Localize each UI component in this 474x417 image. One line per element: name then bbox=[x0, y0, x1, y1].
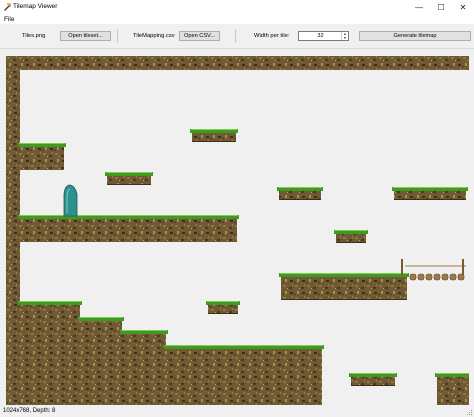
status-bar: 1024x768, Depth: 8 bbox=[0, 405, 474, 417]
platform-shadow bbox=[351, 385, 395, 386]
top-border bbox=[6, 56, 469, 70]
status-text: 1024x768, Depth: 8 bbox=[3, 408, 56, 414]
minimize-icon[interactable]: — bbox=[408, 0, 430, 14]
bridge-plank bbox=[417, 273, 425, 281]
generate-tilemap-button[interactable]: Generate tilemap bbox=[359, 31, 471, 41]
close-icon[interactable]: ✕ bbox=[452, 0, 474, 14]
bridge-plank bbox=[409, 273, 417, 281]
platform-shadow bbox=[192, 141, 236, 142]
platform-shadow bbox=[279, 199, 321, 200]
bridge-post bbox=[462, 259, 464, 275]
platform-shadow bbox=[208, 313, 238, 314]
grass-highlight bbox=[106, 172, 152, 173]
tileset-file-label: Tiles.png bbox=[22, 33, 46, 39]
size-grip-icon[interactable] bbox=[466, 409, 473, 416]
bridge-plank bbox=[441, 273, 449, 281]
grass-highlight bbox=[79, 317, 123, 318]
grass-highlight bbox=[335, 230, 367, 231]
spin-down-icon[interactable]: ▼ bbox=[342, 36, 348, 40]
grass-highlight bbox=[278, 187, 322, 188]
bridge-plank bbox=[449, 273, 457, 281]
platform-shadow bbox=[107, 184, 151, 185]
bridge-post bbox=[401, 259, 403, 275]
maximize-icon[interactable]: ☐ bbox=[430, 0, 452, 14]
left-wall bbox=[6, 56, 20, 405]
bridge-plank bbox=[425, 273, 433, 281]
width-per-tile-spinbox[interactable]: ▲ ▼ bbox=[298, 31, 349, 41]
ground-step bbox=[80, 318, 122, 405]
tilemap-view[interactable] bbox=[6, 56, 469, 405]
grass-highlight bbox=[19, 301, 81, 302]
grass-highlight bbox=[19, 143, 65, 144]
bridge-plank bbox=[457, 273, 465, 281]
window-title: Tilemap Viewer bbox=[13, 3, 58, 10]
grass-highlight bbox=[121, 330, 167, 331]
grass-highlight bbox=[436, 373, 469, 374]
app-icon bbox=[4, 3, 11, 11]
open-tileset-button[interactable]: Open tileset... bbox=[60, 31, 111, 41]
bridge-plank bbox=[433, 273, 441, 281]
tilemap-canvas bbox=[6, 56, 469, 405]
menu-bar: File bbox=[0, 14, 474, 24]
platform-shadow bbox=[394, 199, 466, 200]
width-per-tile-input[interactable] bbox=[299, 32, 342, 40]
toolbar-separator bbox=[117, 29, 118, 43]
ground-ledge bbox=[20, 216, 237, 242]
grass-highlight bbox=[191, 129, 237, 130]
menu-file[interactable]: File bbox=[4, 16, 14, 23]
toolbar: Tiles.png Open tileset... TileMapping.cs… bbox=[0, 24, 474, 49]
ground-step bbox=[122, 331, 166, 405]
platform-shadow bbox=[281, 299, 407, 300]
platform-shadow bbox=[336, 242, 366, 243]
toolbar-separator bbox=[235, 29, 236, 43]
grass-highlight bbox=[165, 345, 323, 346]
title-bar: Tilemap Viewer — ☐ ✕ bbox=[0, 0, 474, 14]
grass-highlight bbox=[393, 187, 467, 188]
grass-highlight bbox=[207, 301, 239, 302]
floating-platform bbox=[281, 274, 407, 300]
crystal-figure bbox=[63, 184, 78, 217]
ground-corner bbox=[437, 374, 469, 405]
open-csv-button[interactable]: Open CSV... bbox=[179, 31, 220, 41]
grass-highlight bbox=[280, 273, 408, 274]
mapping-file-label: TileMapping.csv bbox=[133, 33, 175, 39]
ground-ledge bbox=[20, 144, 64, 170]
spin-arrows: ▲ ▼ bbox=[341, 32, 348, 40]
width-per-tile-label: Width per tile: bbox=[254, 33, 290, 39]
grass-highlight bbox=[350, 373, 396, 374]
ground-step bbox=[166, 346, 322, 405]
ground-step bbox=[20, 302, 80, 405]
grass-highlight bbox=[19, 215, 238, 216]
